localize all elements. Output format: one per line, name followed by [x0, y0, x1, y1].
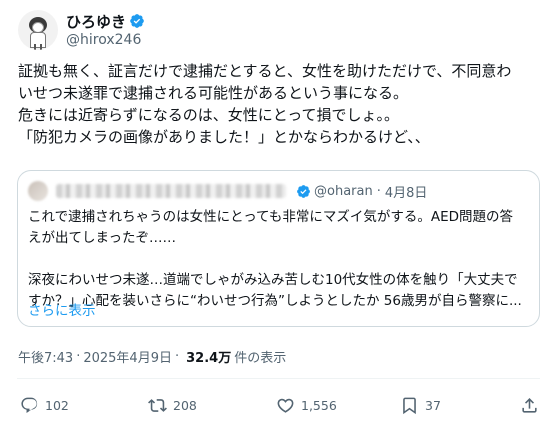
- quoted-tweet-header: @oharan · 4月8日: [28, 181, 528, 201]
- reply-button[interactable]: 102: [20, 394, 69, 416]
- tweet-text-line: 危きには近寄らずになるのは、女性にとって損でしょ。。: [18, 106, 400, 124]
- tweet-date[interactable]: 2025年4月9日: [83, 347, 172, 366]
- reply-count: 102: [45, 397, 69, 413]
- tweet-header: ひろゆき @hirox246: [18, 10, 145, 50]
- tweet-text: 証拠も無く、証言だけで逮捕だとすると、女性を助けただけで、不同意わ いせつ未遂罪…: [18, 60, 548, 148]
- reply-icon: [21, 397, 38, 413]
- quoted-text: これで逮捕されちゃうのは女性にとっても非常にマズイ気がする。AED問題の答 えが…: [28, 207, 533, 312]
- share-button[interactable]: [520, 394, 539, 416]
- action-bar: 102 208 1,556 37: [20, 394, 540, 416]
- separator-dot: ·: [76, 349, 81, 364]
- tweet-meta: 午後7:43 · 2025年4月9日 · 32.4万 件の表示: [18, 347, 286, 366]
- tweet-text-line: いせつ未遂罪で逮捕される可能性があるという事になる。: [18, 84, 409, 102]
- repost-button[interactable]: 208: [148, 394, 197, 416]
- like-button[interactable]: 1,556: [276, 394, 337, 416]
- bookmark-button[interactable]: 37: [400, 394, 441, 416]
- tweet-card: ひろゆき @hirox246 証拠も無く、証言だけで逮捕だとすると、女性を助けた…: [0, 0, 558, 429]
- quoted-handle: @oharan: [314, 183, 373, 199]
- avatar[interactable]: [18, 10, 58, 50]
- quoted-avatar-blurred: [28, 181, 48, 201]
- tweet-time[interactable]: 午後7:43: [18, 347, 73, 366]
- quoted-text-line: えが出てしまったぞ……: [28, 230, 176, 246]
- show-more-link[interactable]: さらに表示: [28, 299, 96, 319]
- quoted-tweet[interactable]: @oharan · 4月8日 これで逮捕されちゃうのは女性にとっても非常にマズイ…: [17, 170, 540, 327]
- share-icon: [522, 397, 537, 413]
- author-display-name[interactable]: ひろゆき: [66, 11, 126, 32]
- view-count: 32.4万: [186, 351, 232, 366]
- verified-badge-icon: [130, 14, 144, 28]
- quoted-name-blurred: [56, 184, 286, 198]
- separator-dot: ·: [174, 349, 180, 364]
- separator-dot: ·: [376, 183, 381, 199]
- bookmark-count: 37: [425, 397, 441, 413]
- tweet-text-line: 証拠も無く、証言だけで逮捕だとすると、女性を助けただけで、不同意わ: [18, 62, 512, 80]
- verified-badge-icon: [297, 184, 310, 198]
- heart-icon: [277, 398, 294, 413]
- repost-icon: [148, 398, 167, 412]
- divider: [17, 378, 540, 379]
- quoted-text-line: これで逮捕されちゃうのは女性にとっても非常にマズイ気がする。AED問題の答: [28, 209, 513, 225]
- repost-count: 208: [173, 397, 197, 413]
- bookmark-icon: [403, 397, 416, 414]
- tweet-text-line: 「防犯カメラの画像がありました！」とかならわかるけど、、: [18, 128, 430, 146]
- quoted-text-line: 深夜にわいせつ未遂…道端でしゃがみ込み苦しむ10代女性の体を触り「大丈夫で: [28, 272, 518, 288]
- quoted-date: 4月8日: [384, 185, 428, 201]
- author-names: ひろゆき @hirox246: [66, 11, 145, 49]
- like-count: 1,556: [301, 397, 337, 413]
- quoted-text-line: すか？」心配を装いさらに“わいせつ行為”しようとしたか 56歳男が自ら警察に..…: [28, 293, 522, 309]
- view-count-label: 件の表示: [234, 351, 287, 366]
- author-handle[interactable]: @hirox246: [66, 31, 145, 49]
